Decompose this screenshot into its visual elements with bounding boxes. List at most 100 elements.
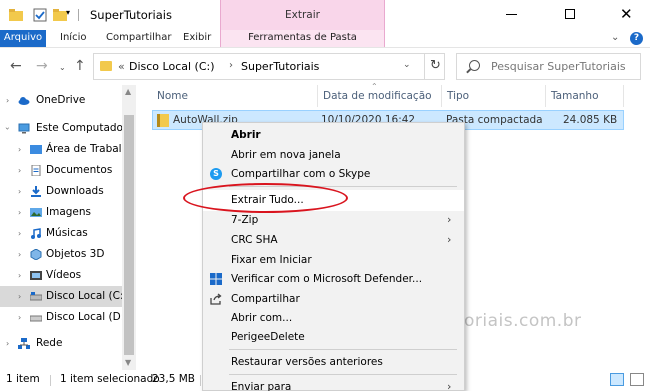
- search-input[interactable]: Pesquisar SuperTutoriais: [491, 60, 626, 73]
- expand-arrow-icon[interactable]: ›: [18, 265, 21, 286]
- menu-item-abrir[interactable]: Abrir: [203, 125, 464, 146]
- scroll-down-icon[interactable]: ▼: [125, 358, 131, 367]
- tab-compartilhar[interactable]: Compartilhar: [98, 30, 179, 47]
- menu-item-extrair-tudo[interactable]: Extrair Tudo...: [203, 190, 464, 211]
- zip-folder-icon: [157, 114, 169, 127]
- address-dropdown-icon[interactable]: ⌄: [403, 60, 411, 70]
- large-icons-view-icon[interactable]: [630, 373, 644, 386]
- skype-icon: S: [210, 168, 222, 180]
- drive-icon: [30, 292, 42, 301]
- nav-item-downloads[interactable]: › Downloads: [0, 181, 122, 202]
- context-tab-header[interactable]: Extrair: [220, 0, 385, 30]
- menu-item-compartilhar[interactable]: Compartilhar: [203, 289, 464, 310]
- scroll-up-icon[interactable]: ▲: [125, 87, 131, 96]
- search-icon: [469, 60, 480, 71]
- menu-item-abrir-nova-janela[interactable]: Abrir em nova janela: [203, 145, 464, 166]
- menu-item-label: Restaurar versões anteriores: [231, 356, 383, 368]
- menu-item-fixar-iniciar[interactable]: Fixar em Iniciar: [203, 250, 464, 271]
- minimize-button[interactable]: [506, 14, 517, 15]
- share-icon: [210, 293, 222, 305]
- column-data[interactable]: Data de modificação: [318, 85, 442, 107]
- nav-label: Músicas: [46, 227, 88, 239]
- column-nome[interactable]: Nome: [152, 85, 318, 107]
- column-tamanho[interactable]: Tamanho: [546, 85, 624, 107]
- ribbon-expand-icon[interactable]: ⌄: [611, 32, 619, 43]
- status-size: 23,5 MB: [152, 373, 195, 385]
- cloud-icon: [18, 97, 30, 105]
- nav-item-documentos[interactable]: › Documentos: [0, 160, 122, 181]
- expand-arrow-icon[interactable]: ›: [18, 160, 21, 181]
- collapse-arrow-icon[interactable]: ›: [0, 127, 18, 130]
- nav-item-rede[interactable]: › Rede: [0, 333, 122, 354]
- expand-arrow-icon[interactable]: ›: [18, 307, 21, 328]
- nav-label: Disco Local (D:): [46, 311, 129, 323]
- status-selected: 1 item selecionado: [60, 373, 160, 385]
- tab-arquivo[interactable]: Arquivo: [0, 30, 46, 47]
- nav-item-area-de-trabalho[interactable]: › Área de Trabalho: [0, 139, 135, 160]
- documents-icon: [31, 165, 41, 176]
- folder-icon[interactable]: [8, 7, 24, 23]
- address-overflow[interactable]: «: [118, 60, 125, 73]
- breadcrumb-supertutoriais[interactable]: SuperTutoriais: [241, 60, 319, 73]
- menu-item-enviar-para[interactable]: Enviar para ›: [203, 377, 464, 391]
- expand-arrow-icon[interactable]: ›: [18, 244, 21, 265]
- menu-separator: [229, 186, 457, 187]
- nav-item-disco-local-d[interactable]: › Disco Local (D:): [0, 307, 128, 328]
- menu-item-compartilhar-skype[interactable]: S Compartilhar com o Skype: [203, 164, 464, 185]
- menu-item-label: Fixar em Iniciar: [231, 254, 312, 266]
- refresh-icon[interactable]: ↻: [424, 54, 446, 79]
- nav-item-imagens[interactable]: › Imagens: [0, 202, 122, 223]
- tab-exibir[interactable]: Exibir: [175, 30, 219, 47]
- help-icon[interactable]: ?: [630, 32, 643, 45]
- forward-arrow-icon[interactable]: →: [36, 58, 48, 74]
- nav-item-onedrive[interactable]: › OneDrive: [0, 90, 122, 111]
- expand-arrow-icon[interactable]: ›: [18, 181, 21, 202]
- scroll-thumb[interactable]: [124, 115, 134, 355]
- recent-locations-icon[interactable]: ⌄: [59, 63, 66, 72]
- tab-inicio[interactable]: Início: [52, 30, 94, 47]
- breadcrumb-separator-icon[interactable]: ›: [229, 60, 233, 71]
- title-separator: [78, 9, 79, 21]
- expand-arrow-icon[interactable]: ›: [18, 139, 21, 160]
- nav-item-disco-local-c[interactable]: › Disco Local (C:): [0, 286, 128, 307]
- back-arrow-icon[interactable]: ←: [10, 58, 22, 74]
- nav-label: Imagens: [46, 206, 92, 218]
- properties-check-icon[interactable]: [32, 7, 48, 23]
- breadcrumb-disco-local[interactable]: Disco Local (C:): [129, 60, 215, 73]
- close-button[interactable]: ✕: [620, 5, 633, 23]
- title-bar: ▾ SuperTutoriais Extrair ✕: [0, 0, 650, 30]
- address-bar[interactable]: « Disco Local (C:) › SuperTutoriais ⌄ ↻: [93, 53, 445, 80]
- search-box[interactable]: Pesquisar SuperTutoriais: [456, 53, 641, 80]
- nav-label: Rede: [36, 337, 63, 349]
- nav-item-musicas[interactable]: › Músicas: [0, 223, 122, 244]
- menu-item-abrir-com[interactable]: Abrir com...: [203, 308, 464, 329]
- nav-item-objetos-3d[interactable]: › Objetos 3D: [0, 244, 122, 265]
- menu-item-perigeedelete[interactable]: PerigeeDelete: [203, 327, 464, 348]
- menu-item-7zip[interactable]: 7-Zip ›: [203, 210, 464, 231]
- expand-arrow-icon[interactable]: ›: [6, 333, 9, 354]
- computer-icon: [18, 123, 30, 134]
- details-view-icon[interactable]: [610, 373, 624, 386]
- expand-arrow-icon[interactable]: ›: [18, 286, 21, 307]
- nav-item-videos[interactable]: › Vídeos: [0, 265, 122, 286]
- nav-label: Disco Local (C:): [46, 290, 128, 302]
- menu-item-label: Abrir em nova janela: [231, 149, 341, 161]
- quick-access-dropdown-icon[interactable]: ▾: [66, 8, 82, 24]
- column-tipo[interactable]: Tipo: [442, 85, 546, 107]
- maximize-button[interactable]: [565, 9, 575, 19]
- nav-item-este-computador[interactable]: › Este Computador: [0, 118, 127, 139]
- nav-label: Este Computador: [36, 122, 128, 134]
- nav-scrollbar[interactable]: ▲ ▼: [122, 85, 136, 370]
- videos-icon: [30, 271, 42, 280]
- tab-ferramentas-pasta-compactada[interactable]: Ferramentas de Pasta Compactada: [220, 30, 385, 59]
- menu-item-crc-sha[interactable]: CRC SHA ›: [203, 230, 464, 251]
- expand-arrow-icon[interactable]: ›: [18, 223, 21, 244]
- up-arrow-icon[interactable]: ↑: [74, 58, 86, 74]
- expand-arrow-icon[interactable]: ›: [18, 202, 21, 223]
- expand-arrow-icon[interactable]: ›: [6, 90, 9, 111]
- defender-shield-icon: [210, 273, 222, 285]
- menu-item-label: PerigeeDelete: [231, 331, 305, 343]
- menu-item-label: Abrir com...: [231, 312, 293, 324]
- menu-item-restaurar-versoes[interactable]: Restaurar versões anteriores: [203, 352, 464, 373]
- menu-item-verificar-defender[interactable]: Verificar com o Microsoft Defender...: [203, 269, 464, 290]
